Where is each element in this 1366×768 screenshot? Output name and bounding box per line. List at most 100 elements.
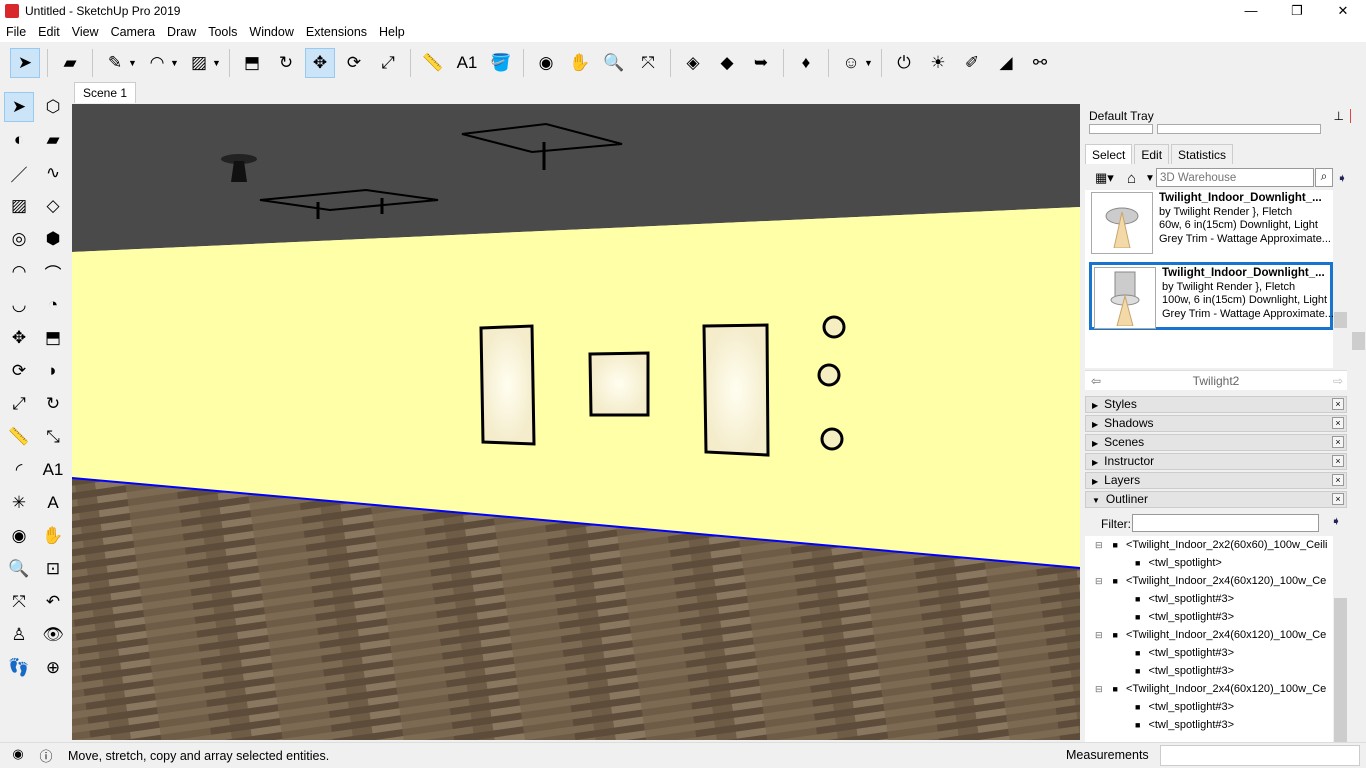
view-options-icon[interactable]: ▦▾ — [1095, 170, 1114, 186]
collapse-toggle-icon[interactable]: ⊟ — [1095, 630, 1103, 640]
paint-bucket-button[interactable]: ◐ — [4, 125, 34, 155]
rotate-button[interactable]: ⟳ — [4, 356, 34, 386]
tray-scrollbar[interactable] — [1351, 106, 1366, 742]
paint-bucket-button[interactable]: 🪣 — [486, 48, 516, 78]
search-icon[interactable]: ⌕ — [1315, 168, 1333, 187]
minimize-button[interactable]: — — [1228, 0, 1274, 22]
measurements-input[interactable] — [1160, 745, 1360, 766]
component-result[interactable]: Twilight_Indoor_Downlight_... by Twilight… — [1089, 190, 1333, 258]
panel-styles[interactable]: ▶ Styles × — [1085, 396, 1347, 413]
walk-button[interactable]: 👣 — [4, 653, 34, 683]
move-button[interactable]: ✥ — [305, 48, 335, 78]
two-point-arc-button[interactable]: ⌒ — [38, 257, 68, 287]
pin-icon[interactable]: ⊥ — [1334, 106, 1344, 126]
outliner-item[interactable]: ■ <twl_spotlight#3> — [1085, 590, 1333, 608]
scale-button[interactable]: ⤢ — [4, 389, 34, 419]
3d-warehouse-button[interactable]: ◈ — [678, 48, 708, 78]
polygon-button[interactable]: ⬢ — [38, 224, 68, 254]
forward-arrow-icon[interactable]: ⇨ — [1333, 371, 1343, 391]
tab-edit[interactable]: Edit — [1134, 144, 1170, 164]
push-pull-button[interactable]: ⬒ — [237, 48, 267, 78]
geolocation-icon[interactable]: ◉ — [8, 746, 28, 766]
back-arrow-icon[interactable]: ⇦ — [1091, 371, 1101, 391]
scale-button[interactable]: ⤢ — [373, 48, 403, 78]
select-arrow-button[interactable]: ➤ — [10, 48, 40, 78]
rotated-rectangle-button[interactable]: ◇ — [38, 191, 68, 221]
menu-window[interactable]: Window — [243, 25, 299, 39]
position-camera-button[interactable]: ♙ — [4, 620, 34, 650]
select-button[interactable]: ➤ — [4, 92, 34, 122]
outliner-filter-input[interactable] — [1132, 514, 1319, 532]
panel-close-button[interactable]: × — [1332, 436, 1344, 448]
eraser-button[interactable]: ▰ — [55, 48, 85, 78]
outliner-item[interactable]: ⊟ ■ <Twilight_Indoor_2x4(60x120)_100w_Ce — [1085, 626, 1333, 644]
offset-button[interactable]: ↻ — [38, 389, 68, 419]
make-component-button[interactable]: ⬡ — [38, 92, 68, 122]
twilight-paint-button[interactable]: ◢ — [991, 48, 1021, 78]
text-button[interactable]: A1 — [452, 48, 482, 78]
zoom-window-button[interactable]: ⊡ — [38, 554, 68, 584]
pie-button[interactable]: ◔ — [38, 290, 68, 320]
outliner-item[interactable]: ■ <twl_spotlight> — [1085, 554, 1333, 572]
scene-tab-1[interactable]: Scene 1 — [74, 82, 137, 103]
menu-extensions[interactable]: Extensions — [300, 25, 373, 39]
previous-view-button[interactable]: ↶ — [38, 587, 68, 617]
dropdown-caret-icon[interactable]: ▼ — [212, 58, 224, 68]
rectangle-button[interactable]: ▨ — [4, 191, 34, 221]
user-account-button[interactable]: ☺ — [836, 48, 866, 78]
panel-outliner[interactable]: ▼ Outliner × — [1085, 491, 1347, 508]
home-icon[interactable]: ⌂ — [1127, 170, 1136, 187]
offset-button[interactable]: ↻ — [271, 48, 301, 78]
tape-measure-button[interactable]: 📏 — [418, 48, 448, 78]
outliner-item[interactable]: ⊟ ■ <Twilight_Indoor_2x4(60x120)_100w_Ce — [1085, 572, 1333, 590]
details-arrow-icon[interactable]: ➧ — [1337, 171, 1347, 185]
3d-viewport[interactable] — [71, 104, 1081, 740]
menu-view[interactable]: View — [66, 25, 105, 39]
binoculars-button[interactable]: ⚯ — [1025, 48, 1055, 78]
collapse-toggle-icon[interactable]: ⊟ — [1095, 540, 1103, 550]
navigation-dropdown-icon[interactable]: ▼ — [1145, 173, 1155, 184]
outliner-item[interactable]: ■ <twl_spotlight#3> — [1085, 698, 1333, 716]
protractor-button[interactable]: ◜ — [4, 455, 34, 485]
outliner-item[interactable]: ■ <twl_spotlight#3> — [1085, 662, 1333, 680]
section-plane-button[interactable]: ⊕ — [38, 653, 68, 683]
extension-ruby-button[interactable]: ♦ — [791, 48, 821, 78]
tab-statistics[interactable]: Statistics — [1171, 144, 1234, 164]
close-button[interactable]: ✕ — [1320, 0, 1366, 22]
circle-button[interactable]: ◎ — [4, 224, 34, 254]
panel-close-button[interactable]: × — [1332, 455, 1344, 467]
look-around-button[interactable]: 👁 — [38, 620, 68, 650]
menu-file[interactable]: File — [0, 25, 32, 39]
tape-measure-button[interactable]: 📏 — [4, 422, 34, 452]
freehand-button[interactable]: ∿ — [38, 158, 68, 188]
orbit-button[interactable]: ◉ — [4, 521, 34, 551]
pan-button[interactable]: ✋ — [38, 521, 68, 551]
zoom-button[interactable]: 🔍 — [4, 554, 34, 584]
dimension-button[interactable]: ⤡ — [38, 422, 68, 452]
send-to-layout-button[interactable]: ➥ — [746, 48, 776, 78]
3d-text-button[interactable]: A — [38, 488, 68, 518]
pan-button[interactable]: ✋ — [565, 48, 595, 78]
dropdown-caret-icon[interactable]: ▼ — [170, 58, 182, 68]
results-scrollbar[interactable] — [1333, 190, 1347, 368]
dropdown-caret-icon[interactable]: ▼ — [128, 58, 140, 68]
outliner-details-icon[interactable]: ➧ — [1331, 514, 1341, 528]
panel-close-button[interactable]: × — [1332, 417, 1344, 429]
outliner-item[interactable]: ■ <twl_spotlight#3> — [1085, 644, 1333, 662]
menu-draw[interactable]: Draw — [161, 25, 202, 39]
maximize-button[interactable]: ❐ — [1274, 0, 1320, 22]
outliner-item[interactable]: ■ <twl_spotlight#3> — [1085, 716, 1333, 734]
component-result-selected[interactable]: Twilight_Indoor_Downlight_... by Twilight… — [1089, 262, 1334, 330]
outliner-item[interactable]: ■ <twl_spotlight#3> — [1085, 608, 1333, 626]
panel-layers[interactable]: ▶ Layers × — [1085, 472, 1347, 489]
text-button[interactable]: A1 — [38, 455, 68, 485]
collapse-toggle-icon[interactable]: ⊟ — [1095, 684, 1103, 694]
zoom-extents-button[interactable]: ⤧ — [4, 587, 34, 617]
panel-close-button[interactable]: × — [1332, 493, 1344, 505]
panel-shadows[interactable]: ▶ Shadows × — [1085, 415, 1347, 432]
outliner-item[interactable]: ⊟ ■ <Twilight_Indoor_2x4(60x120)_100w_Ce — [1085, 680, 1333, 698]
three-point-arc-button[interactable]: ◡ — [4, 290, 34, 320]
outliner-scrollbar[interactable] — [1333, 536, 1347, 742]
panel-close-button[interactable]: × — [1332, 474, 1344, 486]
push-pull-button[interactable]: ⬒ — [38, 323, 68, 353]
